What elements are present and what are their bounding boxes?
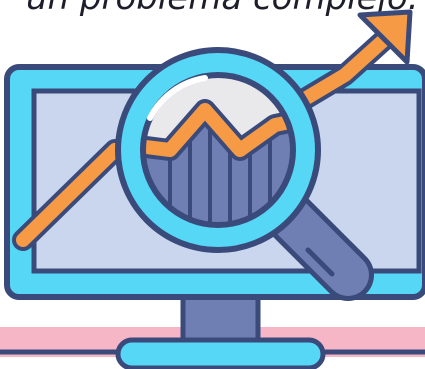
- data-analysis-monitor-icon: [0, 9, 425, 369]
- illustration-canvas: un problema complejo.: [0, 0, 425, 369]
- monitor-stand-base: [115, 337, 326, 369]
- magnifying-glass-icon: [115, 47, 321, 253]
